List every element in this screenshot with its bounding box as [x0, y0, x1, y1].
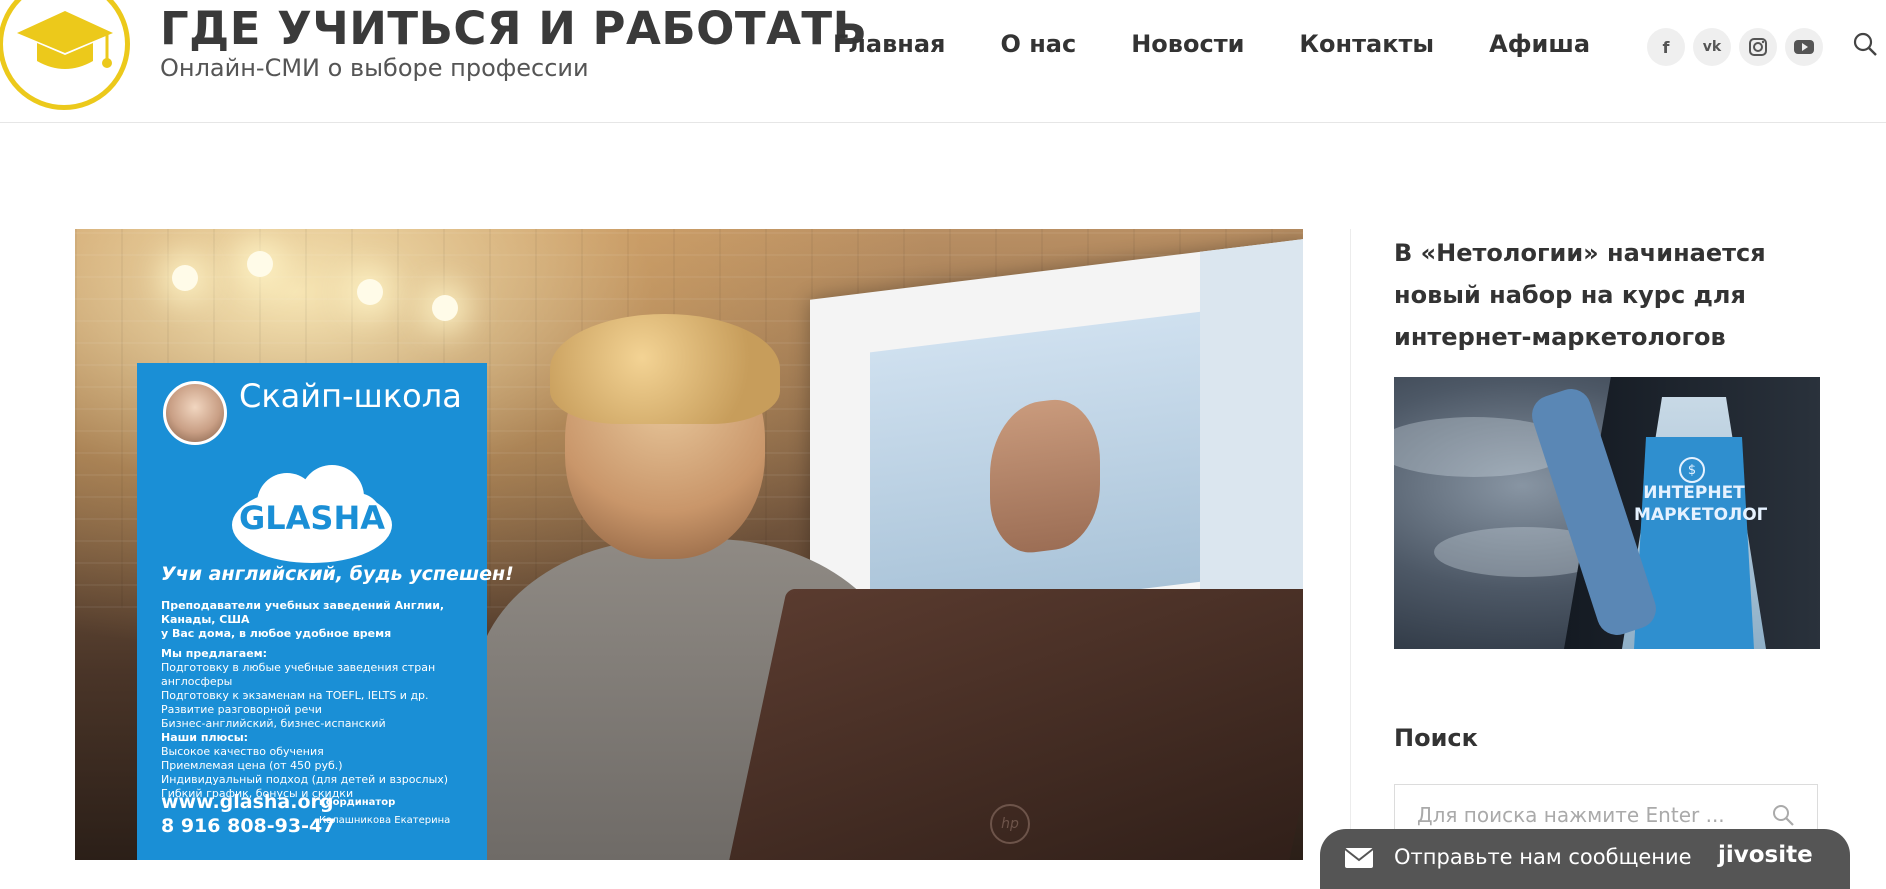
- dollar-icon: $: [1679, 457, 1705, 483]
- poster-brand: GLASHA: [238, 499, 385, 537]
- ceiling-lamp: [172, 265, 198, 291]
- sidebar-news-title[interactable]: В «Нетологии» начинается новый набор на …: [1394, 232, 1834, 358]
- vk-icon[interactable]: vk: [1693, 28, 1731, 66]
- site-subtitle: Онлайн-СМИ о выборе профессии: [160, 54, 589, 82]
- featured-image[interactable]: hp Скайп-школа GLASHA Учи английский, бу…: [75, 229, 1303, 860]
- poster-slogan: Учи английский, будь успешен!: [161, 563, 514, 585]
- site-header: ГДЕ УЧИТЬСЯ И РАБОТАТЬ Онлайн-СМИ о выбо…: [0, 0, 1886, 123]
- ceiling-lamp: [247, 251, 273, 277]
- sidebar-divider: [1350, 229, 1351, 860]
- poster-avatar: [163, 381, 227, 445]
- nav-contacts[interactable]: Контакты: [1299, 30, 1434, 58]
- poster-offers: Мы предлагаем: Подготовку в любые учебны…: [161, 647, 449, 800]
- glasha-poster: Скайп-школа GLASHA Учи английский, будь …: [137, 363, 514, 860]
- search-icon[interactable]: [1852, 31, 1878, 61]
- poster-title: Скайп-школа: [239, 377, 462, 415]
- nav-about[interactable]: О нас: [1000, 30, 1076, 58]
- nav-events[interactable]: Афиша: [1489, 30, 1590, 58]
- sidebar-search-heading: Поиск: [1394, 724, 1478, 752]
- main-nav: Главная О нас Новости Контакты Афиша: [833, 30, 1645, 58]
- hp-logo: hp: [990, 804, 1030, 844]
- youtube-icon[interactable]: [1785, 28, 1823, 66]
- ceiling-lamp: [357, 279, 383, 305]
- site-title[interactable]: ГДЕ УЧИТЬСЯ И РАБОТАТЬ: [160, 2, 867, 55]
- poster-phone: 8 916 808-93-47: [161, 815, 336, 837]
- search-icon[interactable]: [1771, 803, 1795, 831]
- poster-coordinator-name: Калашникова Екатерина: [319, 815, 451, 826]
- tshirt-text: ИНТЕРНЕТ МАРКЕТОЛОГ: [1634, 483, 1768, 525]
- student-hair: [550, 314, 780, 424]
- chat-widget-label: Отправьте нам сообщение: [1394, 845, 1692, 869]
- poster-intro: Преподаватели учебных заведений Англии, …: [161, 599, 445, 640]
- graduation-cap-icon: [17, 11, 113, 69]
- ceiling-lamp: [432, 295, 458, 321]
- nav-news[interactable]: Новости: [1131, 30, 1244, 58]
- video-call-window: [870, 308, 1230, 623]
- teacher-face: [990, 394, 1100, 558]
- jivosite-logo: jivosite: [1718, 842, 1813, 868]
- poster-coordinator-label: координатор: [319, 797, 396, 808]
- site-logo[interactable]: [0, 0, 130, 110]
- facebook-icon[interactable]: f: [1647, 28, 1685, 66]
- envelope-icon: [1344, 847, 1374, 873]
- instagram-icon[interactable]: [1739, 28, 1777, 66]
- sidebar-news-image[interactable]: $ ИНТЕРНЕТ МАРКЕТОЛОГ: [1394, 377, 1820, 649]
- chat-widget[interactable]: Отправьте нам сообщение jivosite: [1320, 829, 1850, 889]
- poster-url: www.glasha.org: [161, 791, 334, 813]
- social-links: f vk: [1647, 28, 1823, 66]
- nav-home[interactable]: Главная: [833, 30, 945, 58]
